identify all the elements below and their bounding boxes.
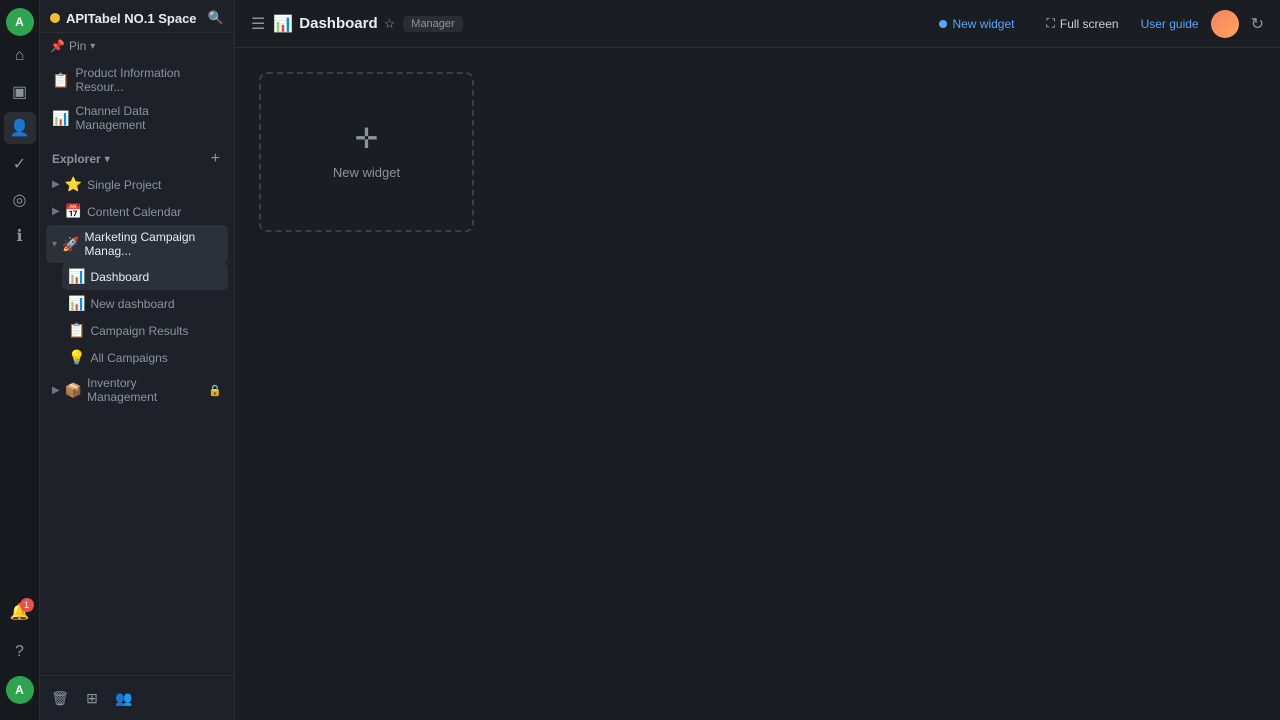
content-calendar-icon: 📅 xyxy=(65,203,82,220)
new-widget-btn-label: New widget xyxy=(952,17,1014,31)
pin-label: Pin xyxy=(69,39,86,53)
new-widget-card-label: New widget xyxy=(333,165,400,180)
topbar: ☰ 📊 Dashboard ☆ Manager New widget ⛶ Ful… xyxy=(235,0,1280,48)
fullscreen-icon: ⛶ xyxy=(1046,16,1054,31)
pinned-item-product-info-label: Product Information Resour... xyxy=(75,66,222,94)
sidebar-header: APITabel NO.1 Space 🔍 xyxy=(40,0,234,33)
main-content: ☰ 📊 Dashboard ☆ Manager New widget ⛶ Ful… xyxy=(235,0,1280,720)
topbar-right: New widget ⛶ Full screen User guide ↻ xyxy=(929,10,1264,38)
all-campaigns-label: All Campaigns xyxy=(90,351,167,365)
users-icon[interactable]: 👤 xyxy=(4,112,36,144)
sidebar-item-campaign-results[interactable]: 📋 Campaign Results xyxy=(62,317,228,344)
pinned-item-product-info[interactable]: 📋 Product Information Resour... xyxy=(46,61,228,99)
explorer-header-left[interactable]: Explorer ▾ xyxy=(52,152,110,166)
all-campaigns-icon: 💡 xyxy=(68,349,85,366)
inventory-icon: 📦 xyxy=(65,382,82,399)
pin-chevron: ▾ xyxy=(90,41,95,52)
sidebar-item-single-project[interactable]: ▶ ⭐ Single Project xyxy=(46,171,228,198)
page-icon: 📊 xyxy=(273,14,293,34)
info-icon[interactable]: ℹ xyxy=(4,220,36,252)
pin-icon: 📌 xyxy=(50,39,65,53)
person-icon[interactable]: 👥 xyxy=(110,684,138,712)
sidebar-item-new-dashboard[interactable]: 📊 New dashboard xyxy=(62,290,228,317)
star-icon[interactable]: ☆ xyxy=(384,16,396,32)
inventory-label: Inventory Management xyxy=(87,376,203,404)
marketing-children: 📊 Dashboard 📊 New dashboard 📋 Campaign R… xyxy=(46,263,228,371)
notification-icon[interactable]: 🔔 1 xyxy=(4,596,36,628)
campaign-results-label: Campaign Results xyxy=(90,324,188,338)
sidebar-item-dashboard[interactable]: 📊 Dashboard xyxy=(62,263,228,290)
pinned-items: 📋 Product Information Resour... 📊 Channe… xyxy=(40,59,234,139)
chevron-icon: ▶ xyxy=(52,385,60,396)
pin-row[interactable]: 📌 Pin ▾ xyxy=(40,33,234,59)
single-project-label: Single Project xyxy=(87,178,161,192)
space-name-label: APITabel NO.1 Space xyxy=(66,11,197,26)
explorer-header: Explorer ▾ + xyxy=(46,147,228,171)
refresh-icon[interactable]: ↻ xyxy=(1251,14,1264,34)
dashboard-label: Dashboard xyxy=(90,270,149,284)
sidebar-item-content-calendar[interactable]: ▶ 📅 Content Calendar xyxy=(46,198,228,225)
check-icon[interactable]: ✓ xyxy=(4,148,36,180)
chevron-icon: ▾ xyxy=(52,239,57,250)
notification-badge: 1 xyxy=(20,598,34,612)
marketing-icon: 🚀 xyxy=(62,236,79,253)
pinned-item-product-info-icon: 📋 xyxy=(52,72,69,89)
new-widget-dot xyxy=(939,20,947,28)
new-widget-card[interactable]: ✛ New widget xyxy=(259,72,474,232)
help-icon[interactable]: ? xyxy=(4,636,36,668)
role-badge[interactable]: Manager xyxy=(403,16,462,32)
page-title: Dashboard xyxy=(299,15,377,32)
bottom-icons: 🗑 ⊞ 👥 xyxy=(46,684,138,712)
sidebar-bottom: 🗑 ⊞ 👥 xyxy=(40,675,234,720)
table-icon[interactable]: ⊞ xyxy=(78,684,106,712)
explorer-section: Explorer ▾ + ▶ ⭐ Single Project ▶ 📅 Cont… xyxy=(40,139,234,411)
page-title-area: 📊 Dashboard ☆ xyxy=(273,14,395,34)
chevron-icon: ▶ xyxy=(52,179,60,190)
space-avatar[interactable]: A xyxy=(6,8,34,36)
pinned-item-channel-data-label: Channel Data Management xyxy=(75,104,222,132)
lock-icon: 🔒 xyxy=(208,384,222,397)
space-dot xyxy=(50,13,60,23)
dashboard-content: ✛ New widget xyxy=(235,48,1280,720)
marketing-campaign-label: Marketing Campaign Manag... xyxy=(84,230,222,258)
content-calendar-label: Content Calendar xyxy=(87,205,181,219)
single-project-icon: ⭐ xyxy=(65,176,82,193)
new-dashboard-icon: 📊 xyxy=(68,295,85,312)
pinned-item-channel-data-icon: 📊 xyxy=(52,110,69,127)
chevron-icon: ▶ xyxy=(52,206,60,217)
sidebar: APITabel NO.1 Space 🔍 📌 Pin ▾ 📋 Product … xyxy=(40,0,235,720)
search-icon[interactable]: 🔍 xyxy=(208,10,224,26)
sidebar-item-all-campaigns[interactable]: 💡 All Campaigns xyxy=(62,344,228,371)
explorer-chevron: ▾ xyxy=(105,154,110,165)
pinned-item-channel-data[interactable]: 📊 Channel Data Management xyxy=(46,99,228,137)
add-explorer-button[interactable]: + xyxy=(209,151,222,167)
fullscreen-label: Full screen xyxy=(1060,17,1119,31)
explorer-label: Explorer xyxy=(52,152,101,166)
sidebar-item-marketing-campaign[interactable]: ▾ 🚀 Marketing Campaign Manag... xyxy=(46,225,228,263)
new-widget-button[interactable]: New widget xyxy=(929,12,1024,36)
campaign-results-icon: 📋 xyxy=(68,322,85,339)
user-guide-link[interactable]: User guide xyxy=(1141,17,1199,31)
new-dashboard-label: New dashboard xyxy=(90,297,174,311)
topbar-avatar[interactable] xyxy=(1211,10,1239,38)
dashboard-icon: 📊 xyxy=(68,268,85,285)
monitor-icon[interactable]: ▣ xyxy=(4,76,36,108)
trash-icon[interactable]: 🗑 xyxy=(46,684,74,712)
fullscreen-button[interactable]: ⛶ Full screen xyxy=(1036,11,1128,36)
collapse-sidebar-button[interactable]: ☰ xyxy=(251,14,265,34)
topbar-left: ☰ 📊 Dashboard ☆ Manager xyxy=(251,14,463,34)
sidebar-item-inventory-management[interactable]: ▶ 📦 Inventory Management 🔒 xyxy=(46,371,228,409)
space-name[interactable]: APITabel NO.1 Space xyxy=(50,11,197,26)
plus-icon: ✛ xyxy=(355,125,378,153)
user-avatar[interactable]: A xyxy=(6,676,34,704)
home-icon[interactable]: ⌂ xyxy=(4,40,36,72)
target-icon[interactable]: ◎ xyxy=(4,184,36,216)
icon-rail: A ⌂ ▣ 👤 ✓ ◎ ℹ 🔔 1 ? A xyxy=(0,0,40,720)
